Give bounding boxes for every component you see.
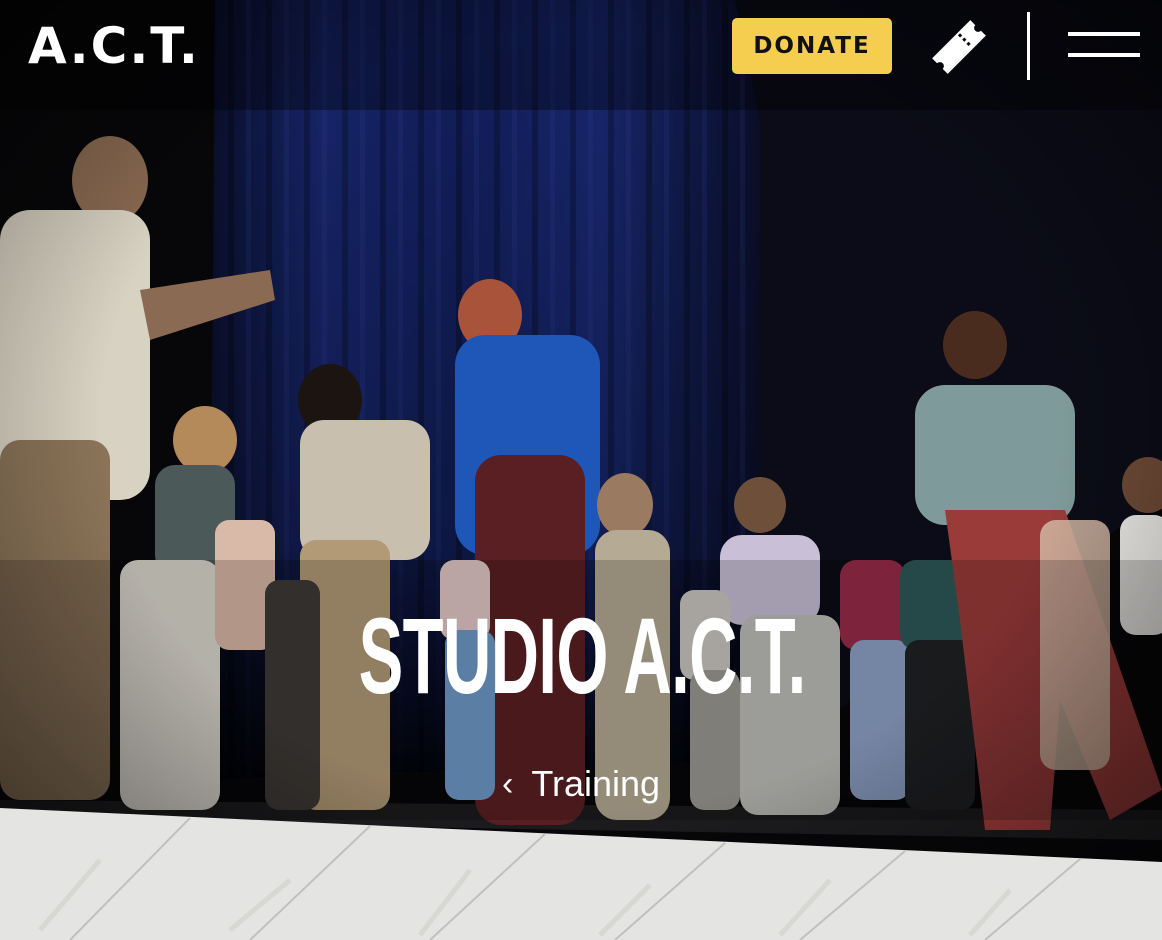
ticket-icon bbox=[932, 20, 986, 74]
logo[interactable]: A.C.T. bbox=[28, 16, 200, 76]
menu-button[interactable] bbox=[1066, 30, 1142, 62]
page: A.C.T. DONATE STUDIO A.C.T. ‹ Training bbox=[0, 0, 1162, 940]
donate-button[interactable]: DONATE bbox=[732, 18, 892, 74]
breadcrumb-label: Training bbox=[531, 763, 661, 804]
header-divider bbox=[1027, 12, 1030, 80]
chevron-left-icon: ‹ bbox=[502, 765, 514, 803]
hamburger-menu-icon bbox=[1068, 32, 1140, 36]
breadcrumb-training-link[interactable]: ‹ Training bbox=[502, 762, 660, 806]
hamburger-menu-icon-bar bbox=[1068, 53, 1140, 57]
page-title: STUDIO A.C.T. bbox=[358, 595, 807, 716]
tickets-button[interactable] bbox=[928, 16, 990, 78]
